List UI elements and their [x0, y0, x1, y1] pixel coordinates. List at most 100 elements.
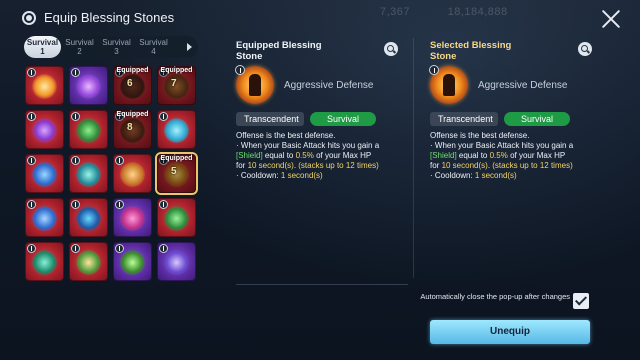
- tab-survival-2[interactable]: Survival 2: [61, 36, 98, 58]
- info-icon: [159, 200, 168, 209]
- tab-survival-1[interactable]: Survival 1: [24, 36, 61, 58]
- stone-slot[interactable]: [69, 110, 108, 149]
- stone-slot[interactable]: [157, 198, 196, 237]
- stone-slot[interactable]: [157, 110, 196, 149]
- unequip-button[interactable]: Unequip: [430, 320, 590, 344]
- stone-description: Offense is the best defense. · When your…: [236, 131, 406, 181]
- next-tab-arrow-icon[interactable]: [187, 43, 192, 51]
- info-icon: [115, 244, 124, 253]
- info-icon: [71, 112, 80, 121]
- desc-text: equal to: [456, 151, 490, 160]
- blessing-stone-icon: [22, 10, 36, 25]
- stone-slot[interactable]: [113, 242, 152, 281]
- tab-label: Survival: [102, 38, 131, 47]
- popup-title: Equip Blessing Stones: [44, 10, 175, 25]
- stone-slot[interactable]: [69, 154, 108, 193]
- equipped-label: Equipped: [160, 155, 193, 162]
- info-icon: [115, 200, 124, 209]
- desc-text: · Cooldown:: [430, 171, 475, 180]
- pink-arrow-icon: [120, 206, 145, 231]
- stone-slot[interactable]: [69, 198, 108, 237]
- purple-claws-icon: [164, 250, 189, 275]
- panel-title: Selected Blessing Stone: [430, 40, 512, 62]
- tree-of-life-icon: [76, 250, 101, 275]
- desc-value: 0.5%: [295, 151, 314, 160]
- stone-slot[interactable]: [25, 110, 64, 149]
- green-blade-icon: [32, 250, 57, 275]
- desc-line: [Shield] equal to 0.5% of your Max HP: [430, 151, 600, 161]
- stone-slot[interactable]: [113, 154, 152, 193]
- stone-slot[interactable]: [157, 242, 196, 281]
- stone-icon: [429, 65, 468, 104]
- stone-slot[interactable]: [25, 242, 64, 281]
- close-button[interactable]: [600, 8, 622, 30]
- stone-slot[interactable]: [25, 154, 64, 193]
- info-icon: [235, 65, 245, 75]
- desc-value: 1 second(s): [280, 171, 323, 180]
- info-icon: [159, 112, 168, 121]
- figure-icon: [443, 74, 455, 96]
- info-icon: [27, 200, 36, 209]
- stone-slot[interactable]: [113, 198, 152, 237]
- blue-strike-icon: [32, 162, 57, 187]
- desc-line: · Cooldown: 1 second(s): [236, 171, 406, 181]
- info-icon: [71, 200, 80, 209]
- tab-survival-4[interactable]: Survival 4: [135, 36, 172, 58]
- stone-level: 8: [127, 122, 133, 133]
- green-orb-icon: [120, 250, 145, 275]
- panel-title: Equipped Blessing Stone: [236, 40, 322, 62]
- selected-stone-panel: Selected Blessing Stone Aggressive Defen…: [429, 40, 600, 181]
- info-icon: [115, 156, 124, 165]
- equipped-stone-panel: Equipped Blessing Stone Aggressive Defen…: [235, 40, 406, 181]
- stone-description: Offense is the best defense. · When your…: [430, 131, 600, 181]
- stone-slot[interactable]: [69, 242, 108, 281]
- magnify-icon[interactable]: [384, 42, 398, 56]
- tab-survival-3[interactable]: Survival 3: [98, 36, 135, 58]
- desc-value: (stacks up to 12 times): [492, 161, 573, 170]
- desc-value: 0.5%: [489, 151, 508, 160]
- stone-slot[interactable]: Equipped 6: [113, 66, 152, 105]
- teal-figure-icon: [76, 162, 101, 187]
- type-tag: Survival: [310, 112, 376, 126]
- grade-tag: Transcendent: [236, 112, 304, 126]
- autoclose-checkbox[interactable]: [573, 293, 589, 309]
- magnify-icon[interactable]: [578, 42, 592, 56]
- stone-slot[interactable]: [69, 66, 108, 105]
- purple-aura-icon: [76, 74, 101, 99]
- green-meditation-icon: [164, 206, 189, 231]
- desc-text: for: [430, 161, 442, 170]
- hud-value: 7,367: [380, 6, 411, 18]
- shield-keyword: [Shield]: [430, 151, 457, 160]
- desc-value: 10 second(s): [441, 161, 488, 170]
- cyan-shield-icon: [164, 118, 189, 143]
- sun-burst-icon: [32, 74, 57, 99]
- stone-slot[interactable]: [25, 66, 64, 105]
- tab-label: Survival: [26, 38, 59, 47]
- stone-slot[interactable]: Equipped 5: [155, 152, 198, 195]
- desc-value: 10 second(s): [247, 161, 294, 170]
- type-tag: Survival: [504, 112, 570, 126]
- stone-name: Aggressive Defense: [478, 79, 568, 91]
- desc-text: of your Max HP: [313, 151, 372, 160]
- info-icon: [27, 156, 36, 165]
- stone-level: 5: [171, 166, 177, 177]
- desc-value: 1 second(s): [474, 171, 517, 180]
- info-icon: [27, 244, 36, 253]
- stone-slot[interactable]: [25, 198, 64, 237]
- desc-line: · When your Basic Attack hits you gain a: [236, 141, 380, 150]
- stone-icon: [235, 65, 274, 104]
- desc-line: Offense is the best defense.: [236, 131, 336, 140]
- stone-level: 6: [127, 78, 133, 89]
- desc-text: for: [236, 161, 248, 170]
- info-icon: [71, 68, 80, 77]
- figure-icon: [249, 74, 261, 96]
- desc-line: for 10 second(s). (stacks up to 12 times…: [430, 161, 600, 171]
- info-icon: [71, 156, 80, 165]
- tab-number: 4: [151, 47, 156, 56]
- panel-divider: [413, 38, 414, 278]
- tab-number: 2: [77, 47, 82, 56]
- stone-slot[interactable]: Equipped 8: [113, 110, 152, 149]
- blue-dancer-icon: [76, 206, 101, 231]
- blue-wings-icon: [32, 206, 57, 231]
- stone-slot[interactable]: Equipped 7: [157, 66, 196, 105]
